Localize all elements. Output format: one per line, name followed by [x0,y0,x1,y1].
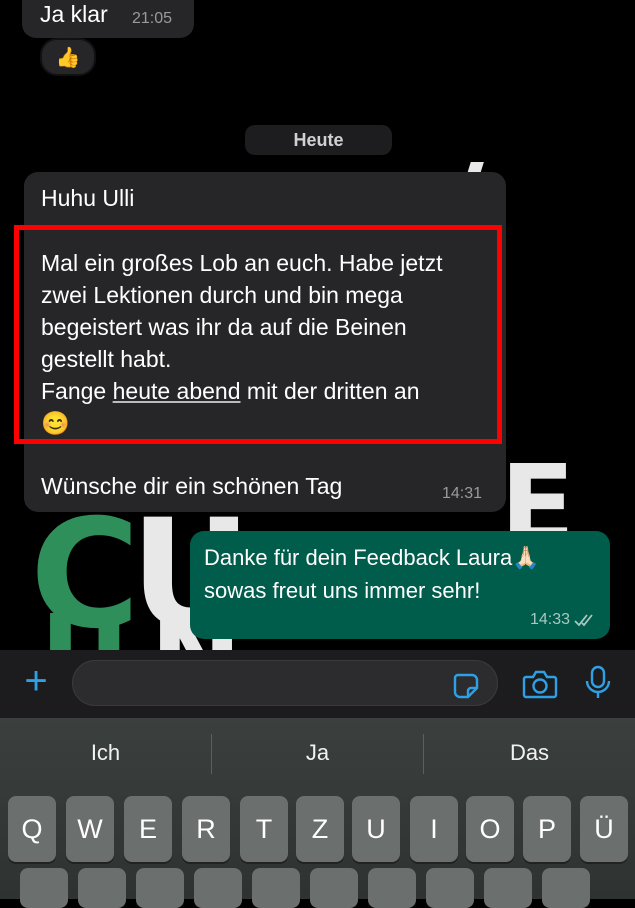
key-row2[interactable] [78,868,126,908]
key-row2[interactable] [484,868,532,908]
key-row2[interactable] [368,868,416,908]
plus-icon[interactable]: + [18,661,54,701]
message-text: Ja klar [40,1,108,27]
key-row2[interactable] [310,868,358,908]
message-bubble-outgoing[interactable]: Danke für dein Feedback Laura🙏🏻 sowas fr… [190,531,610,639]
message-input[interactable] [72,660,498,706]
message-bubble-previous[interactable]: Ja klar 21:05 [22,0,194,38]
message-time: 21:05 [132,10,173,27]
key-i[interactable]: I [410,796,458,862]
highlight-box [14,225,502,444]
key-p[interactable]: P [523,796,571,862]
key-z[interactable]: Z [296,796,344,862]
key-row2[interactable] [542,868,590,908]
camera-icon[interactable] [522,668,558,700]
day-separator: Heute [245,125,392,155]
key-q[interactable]: Q [8,796,56,862]
mic-icon[interactable] [584,665,612,701]
key-u[interactable]: U [352,796,400,862]
suggestion-3[interactable]: Das [424,718,635,788]
message-line: sowas freut uns immer sehr! [204,578,481,603]
message-greeting: Huhu Ulli [41,185,135,211]
key-ue[interactable]: Ü [580,796,628,862]
message-line: Danke für dein Feedback Laura🙏🏻 [204,545,540,570]
key-row2[interactable] [252,868,300,908]
key-row2[interactable] [136,868,184,908]
wallpaper-letter: U [40,600,129,650]
message-closing: Wünsche dir ein schönen Tag [41,473,343,499]
reaction-badge[interactable]: 👍 [40,38,96,76]
double-check-icon [574,614,593,627]
key-r[interactable]: R [182,796,230,862]
chat-area: / C U U N E Ja klar 21:05 👍 Heute Huhu U… [0,0,635,650]
key-w[interactable]: W [66,796,114,862]
key-e[interactable]: E [124,796,172,862]
thumbs-up-icon: 👍 [55,46,81,69]
message-time: 14:33 [529,611,570,628]
key-row2[interactable] [426,868,474,908]
key-t[interactable]: T [240,796,288,862]
message-status: 14:33 [530,611,596,629]
suggestion-2[interactable]: Ja [212,718,423,788]
key-row2[interactable] [194,868,242,908]
message-time: 14:31 [442,485,483,502]
suggestion-1[interactable]: Ich [0,718,211,788]
sticker-icon[interactable] [452,672,480,700]
key-o[interactable]: O [466,796,514,862]
key-row2[interactable] [20,868,68,908]
